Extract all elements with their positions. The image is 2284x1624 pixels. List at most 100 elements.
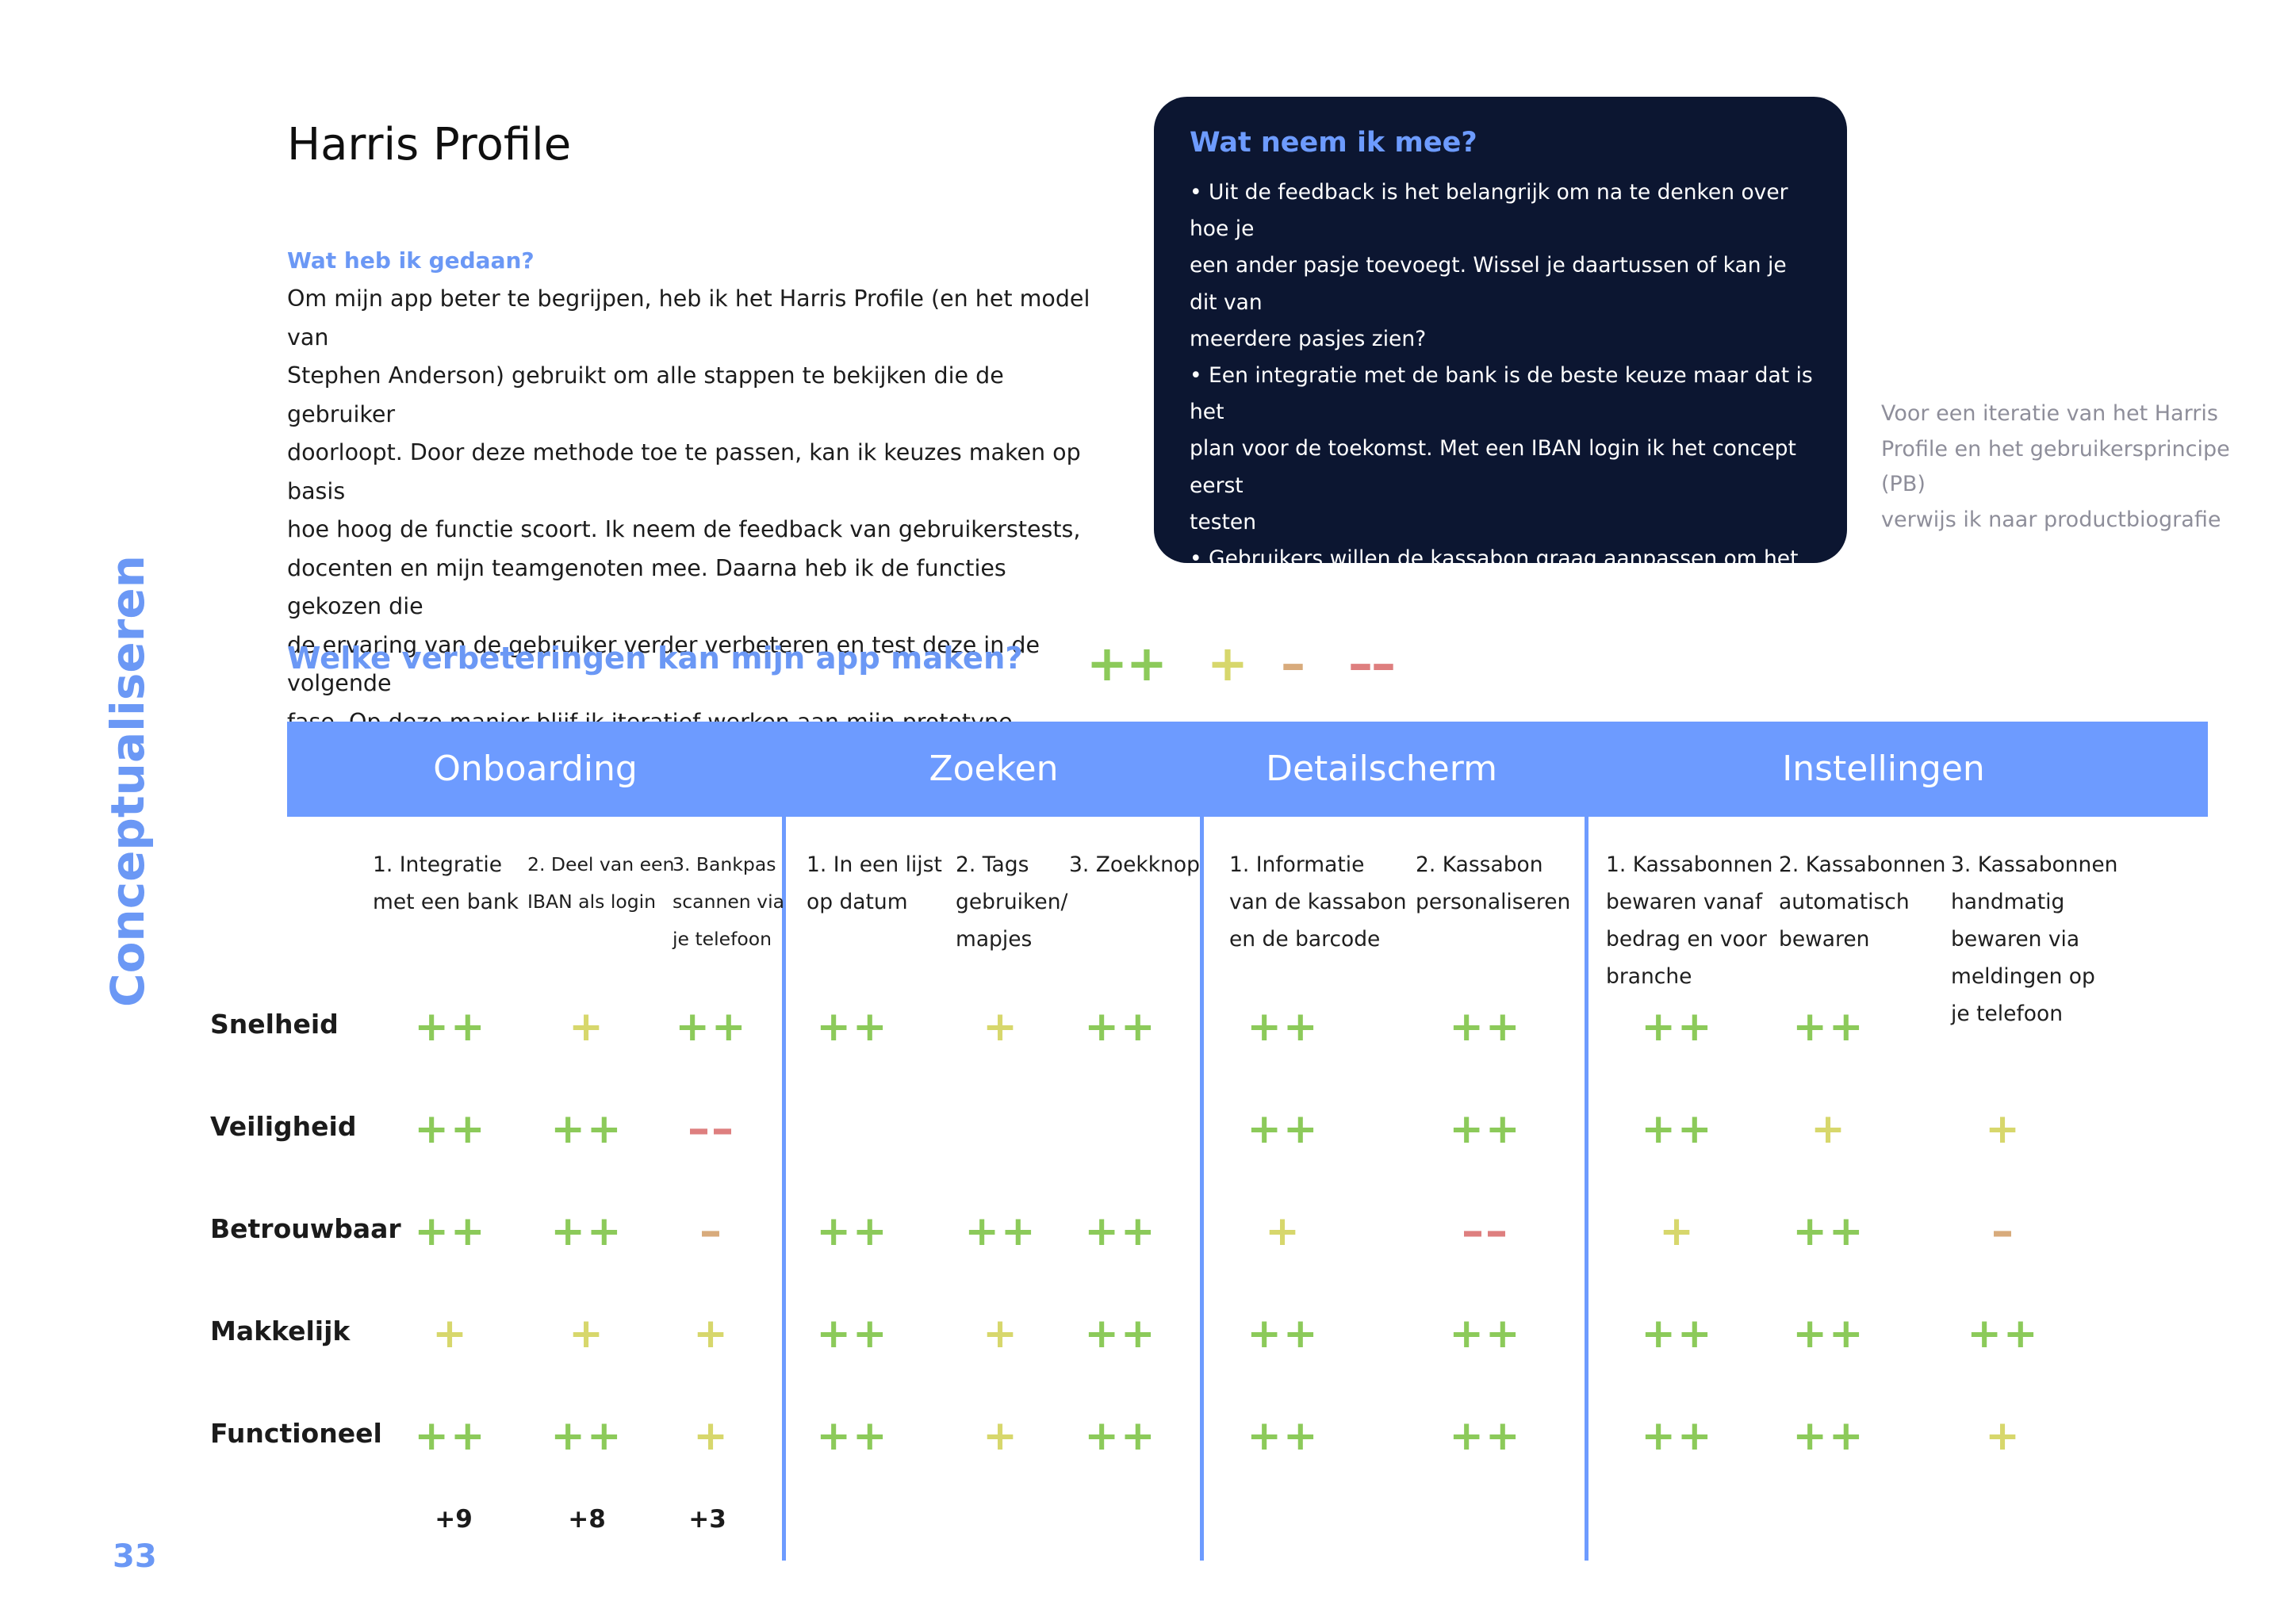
score-cell: + — [569, 1003, 605, 1051]
score-cell: ++ — [675, 1003, 748, 1051]
intro-line: Stephen Anderson) gebruikt om alle stapp… — [287, 362, 1004, 427]
column-header: 1. In een lijst op datum — [807, 846, 942, 921]
column-header-line: mapjes — [956, 927, 1033, 952]
column-header: 2. Deel van een IBAN als login — [527, 846, 674, 921]
column-header-line: personaliseren — [1416, 890, 1571, 914]
column-header-line: van de kassabon — [1229, 890, 1407, 914]
score-cell: ++ — [1792, 1310, 1865, 1358]
score-cell: + — [983, 1003, 1019, 1051]
column-header-line: op datum — [807, 890, 908, 914]
score-cell: ++ — [1792, 1412, 1865, 1460]
section-tab: Conceptualiseren — [101, 555, 155, 1007]
score-cell: ++ — [816, 1310, 889, 1358]
side-note: Voor een iteratie van het Harris Profile… — [1881, 396, 2278, 538]
score-cell: ++ — [1247, 1412, 1320, 1460]
takeaway-title: Wat neem ik mee? — [1190, 127, 1477, 159]
column-header-line: 1. Kassabonnen — [1606, 852, 1773, 877]
score-cell: + — [1985, 1412, 2021, 1460]
row-label: Betrouwbaar — [210, 1213, 401, 1244]
score-cell: ++ — [414, 1003, 487, 1051]
column-header-line: met een bank — [373, 890, 519, 914]
column-total: +8 — [568, 1505, 606, 1534]
section-question: Welke verbeteringen kan mijn app maken? — [287, 641, 1023, 676]
column-total: +9 — [435, 1505, 473, 1534]
column-header-line: automatisch — [1779, 890, 1910, 914]
table-header-bar: Onboarding Zoeken Detailscherm Instellin… — [287, 722, 2208, 817]
score-cell: ++ — [1449, 1310, 1522, 1358]
column-header-line: meldingen op — [1951, 964, 2095, 989]
column-header: 2. Kassabonnen automatisch bewaren — [1779, 846, 1945, 958]
score-cell: ++ — [550, 1208, 623, 1255]
score-cell: ++ — [414, 1105, 487, 1153]
column-header-line: 1. In een lijst — [807, 852, 942, 877]
score-cell: + — [983, 1310, 1019, 1358]
column-header-line: 3. Bankpas — [673, 853, 776, 875]
score-cell: ++ — [1449, 1412, 1522, 1460]
intro-line: docenten en mijn teamgenoten mee. Daarna… — [287, 554, 1006, 620]
column-header-line: je telefoon — [1951, 1002, 2064, 1026]
column-header-line: handmatig — [1951, 890, 2065, 914]
score-cell: + — [1659, 1208, 1696, 1255]
takeaway-line: meerdere pasjes zien? — [1190, 326, 1427, 351]
column-header-line: IBAN als login — [527, 891, 657, 913]
column-header-line: bedrag en voor — [1606, 927, 1767, 952]
legend-plus: + — [1207, 634, 1248, 692]
takeaway-line: • Uit de feedback is het belangrijk om n… — [1190, 180, 1788, 242]
column-header-line: 2. Deel van een — [527, 853, 675, 875]
legend-minus-minus: –– — [1348, 634, 1396, 692]
column-header-line: 2. Kassabonnen — [1779, 852, 1946, 877]
column-header-line: scannen via — [673, 891, 785, 913]
score-cell: ++ — [414, 1208, 487, 1255]
column-header: 1. Informatie van de kassabon en de barcod… — [1229, 846, 1407, 958]
score-cell: ++ — [1247, 1310, 1320, 1358]
side-note-line: verwijs ik naar productbiografie — [1881, 507, 2221, 532]
takeaway-body: • Uit de feedback is het belangrijk om n… — [1190, 174, 1817, 688]
legend-minus: – — [1281, 634, 1305, 692]
column-header-line: 3. Zoekknop — [1069, 852, 1200, 877]
score-cell: ++ — [1967, 1310, 2040, 1358]
column-header-line: branche — [1606, 964, 1692, 989]
column-header-line: en de barcode — [1229, 927, 1381, 952]
score-cell: ++ — [1641, 1412, 1714, 1460]
row-label: Snelheid — [210, 1009, 339, 1040]
group-instellingen: Instellingen — [1782, 749, 1985, 789]
score-cell: ++ — [1449, 1003, 1522, 1051]
score-cell: – — [1991, 1205, 2015, 1258]
score-cell: ++ — [1641, 1105, 1714, 1153]
intro-heading: Wat heb ik gedaan? — [287, 247, 535, 274]
row-label: Functioneel — [210, 1418, 382, 1449]
score-cell: ++ — [1084, 1412, 1157, 1460]
column-header-line: bewaren via — [1951, 927, 2080, 952]
column-header-line: gebruiken/ — [956, 890, 1068, 914]
takeaway-line: • Gebruikers willen de kassabon graag aa… — [1190, 546, 1799, 572]
score-cell: ++ — [1449, 1105, 1522, 1153]
score-cell: + — [569, 1310, 605, 1358]
score-cell: + — [983, 1412, 1019, 1460]
takeaway-line: • Een integratie met de bank is de beste… — [1190, 363, 1813, 425]
column-header-line: bewaren vanaf — [1606, 890, 1763, 914]
column-header-line: 2. Tags — [956, 852, 1029, 877]
score-cell: ++ — [1792, 1003, 1865, 1051]
column-header-line: bewaren — [1779, 927, 1870, 952]
score-cell: ++ — [1641, 1003, 1714, 1051]
score-cell: ++ — [550, 1412, 623, 1460]
column-header: 2. Tags gebruiken/mapjes — [956, 846, 1067, 958]
row-label: Veiligheid — [210, 1111, 357, 1142]
score-cell: + — [432, 1310, 469, 1358]
intro-line: Om mijn app beter te begrijpen, heb ik h… — [287, 285, 1090, 350]
score-cell: –– — [1462, 1205, 1509, 1258]
page-title: Harris Profile — [287, 119, 572, 170]
side-note-line: Profile en het gebruikersprincipe (PB) — [1881, 436, 2230, 497]
column-header: 3. Zoekknop — [1069, 846, 1200, 883]
column-header-line: 2. Kassabon — [1416, 852, 1543, 877]
column-total: +3 — [688, 1505, 726, 1534]
side-note-line: Voor een iteratie van het Harris — [1881, 401, 2218, 426]
score-cell: –– — [688, 1103, 735, 1155]
score-cell: + — [693, 1412, 730, 1460]
group-divider — [1200, 817, 1204, 1561]
takeaway-line: plan voor de toekomst. Met een IBAN logi… — [1190, 436, 1796, 498]
score-cell: ++ — [1084, 1208, 1157, 1255]
column-header: 3. Kassabonnen handmatig bewaren via meldin… — [1951, 846, 2117, 1032]
intro-line: doorloopt. Door deze methode toe te pass… — [287, 439, 1081, 504]
takeaway-line: makkelijk terug te vinden — [1190, 583, 1458, 608]
